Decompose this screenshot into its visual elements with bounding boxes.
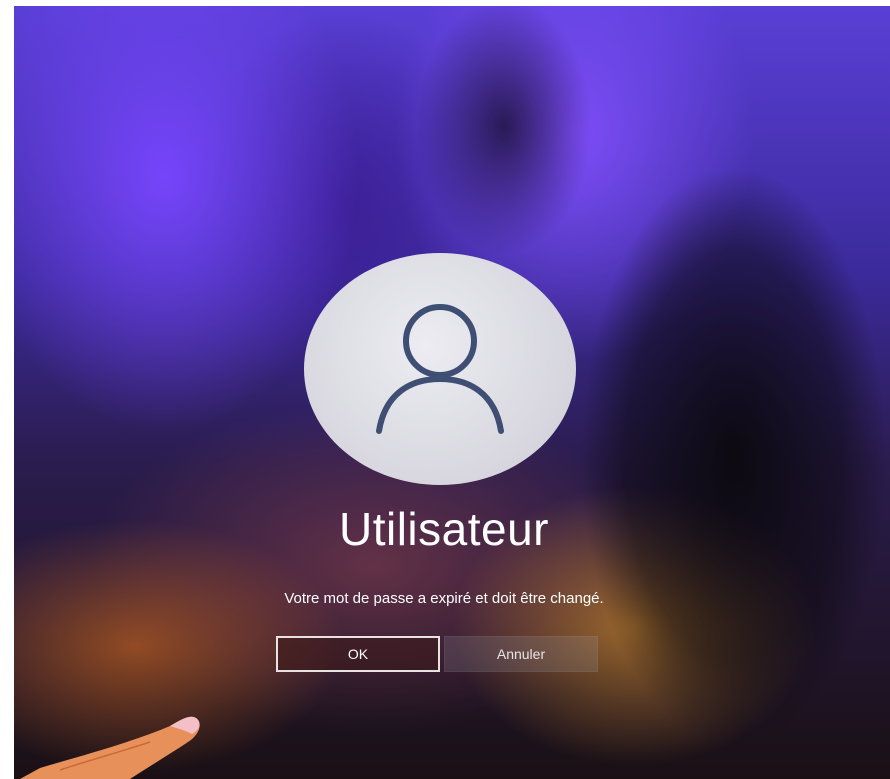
screen-shadow — [574, 126, 890, 779]
photo-frame: Utilisateur Votre mot de passe a expiré … — [0, 0, 890, 779]
cancel-button[interactable]: Annuler — [444, 636, 598, 672]
ok-button[interactable]: OK — [276, 636, 440, 672]
lock-screen: Utilisateur Votre mot de passe a expiré … — [14, 6, 890, 779]
user-avatar — [304, 253, 576, 485]
password-expired-message: Votre mot de passe a expiré et doit être… — [284, 590, 604, 607]
user-icon — [376, 304, 504, 434]
cancel-button-label: Annuler — [496, 646, 546, 662]
username-label: Utilisateur — [338, 503, 549, 555]
ok-button-label: OK — [347, 646, 369, 662]
